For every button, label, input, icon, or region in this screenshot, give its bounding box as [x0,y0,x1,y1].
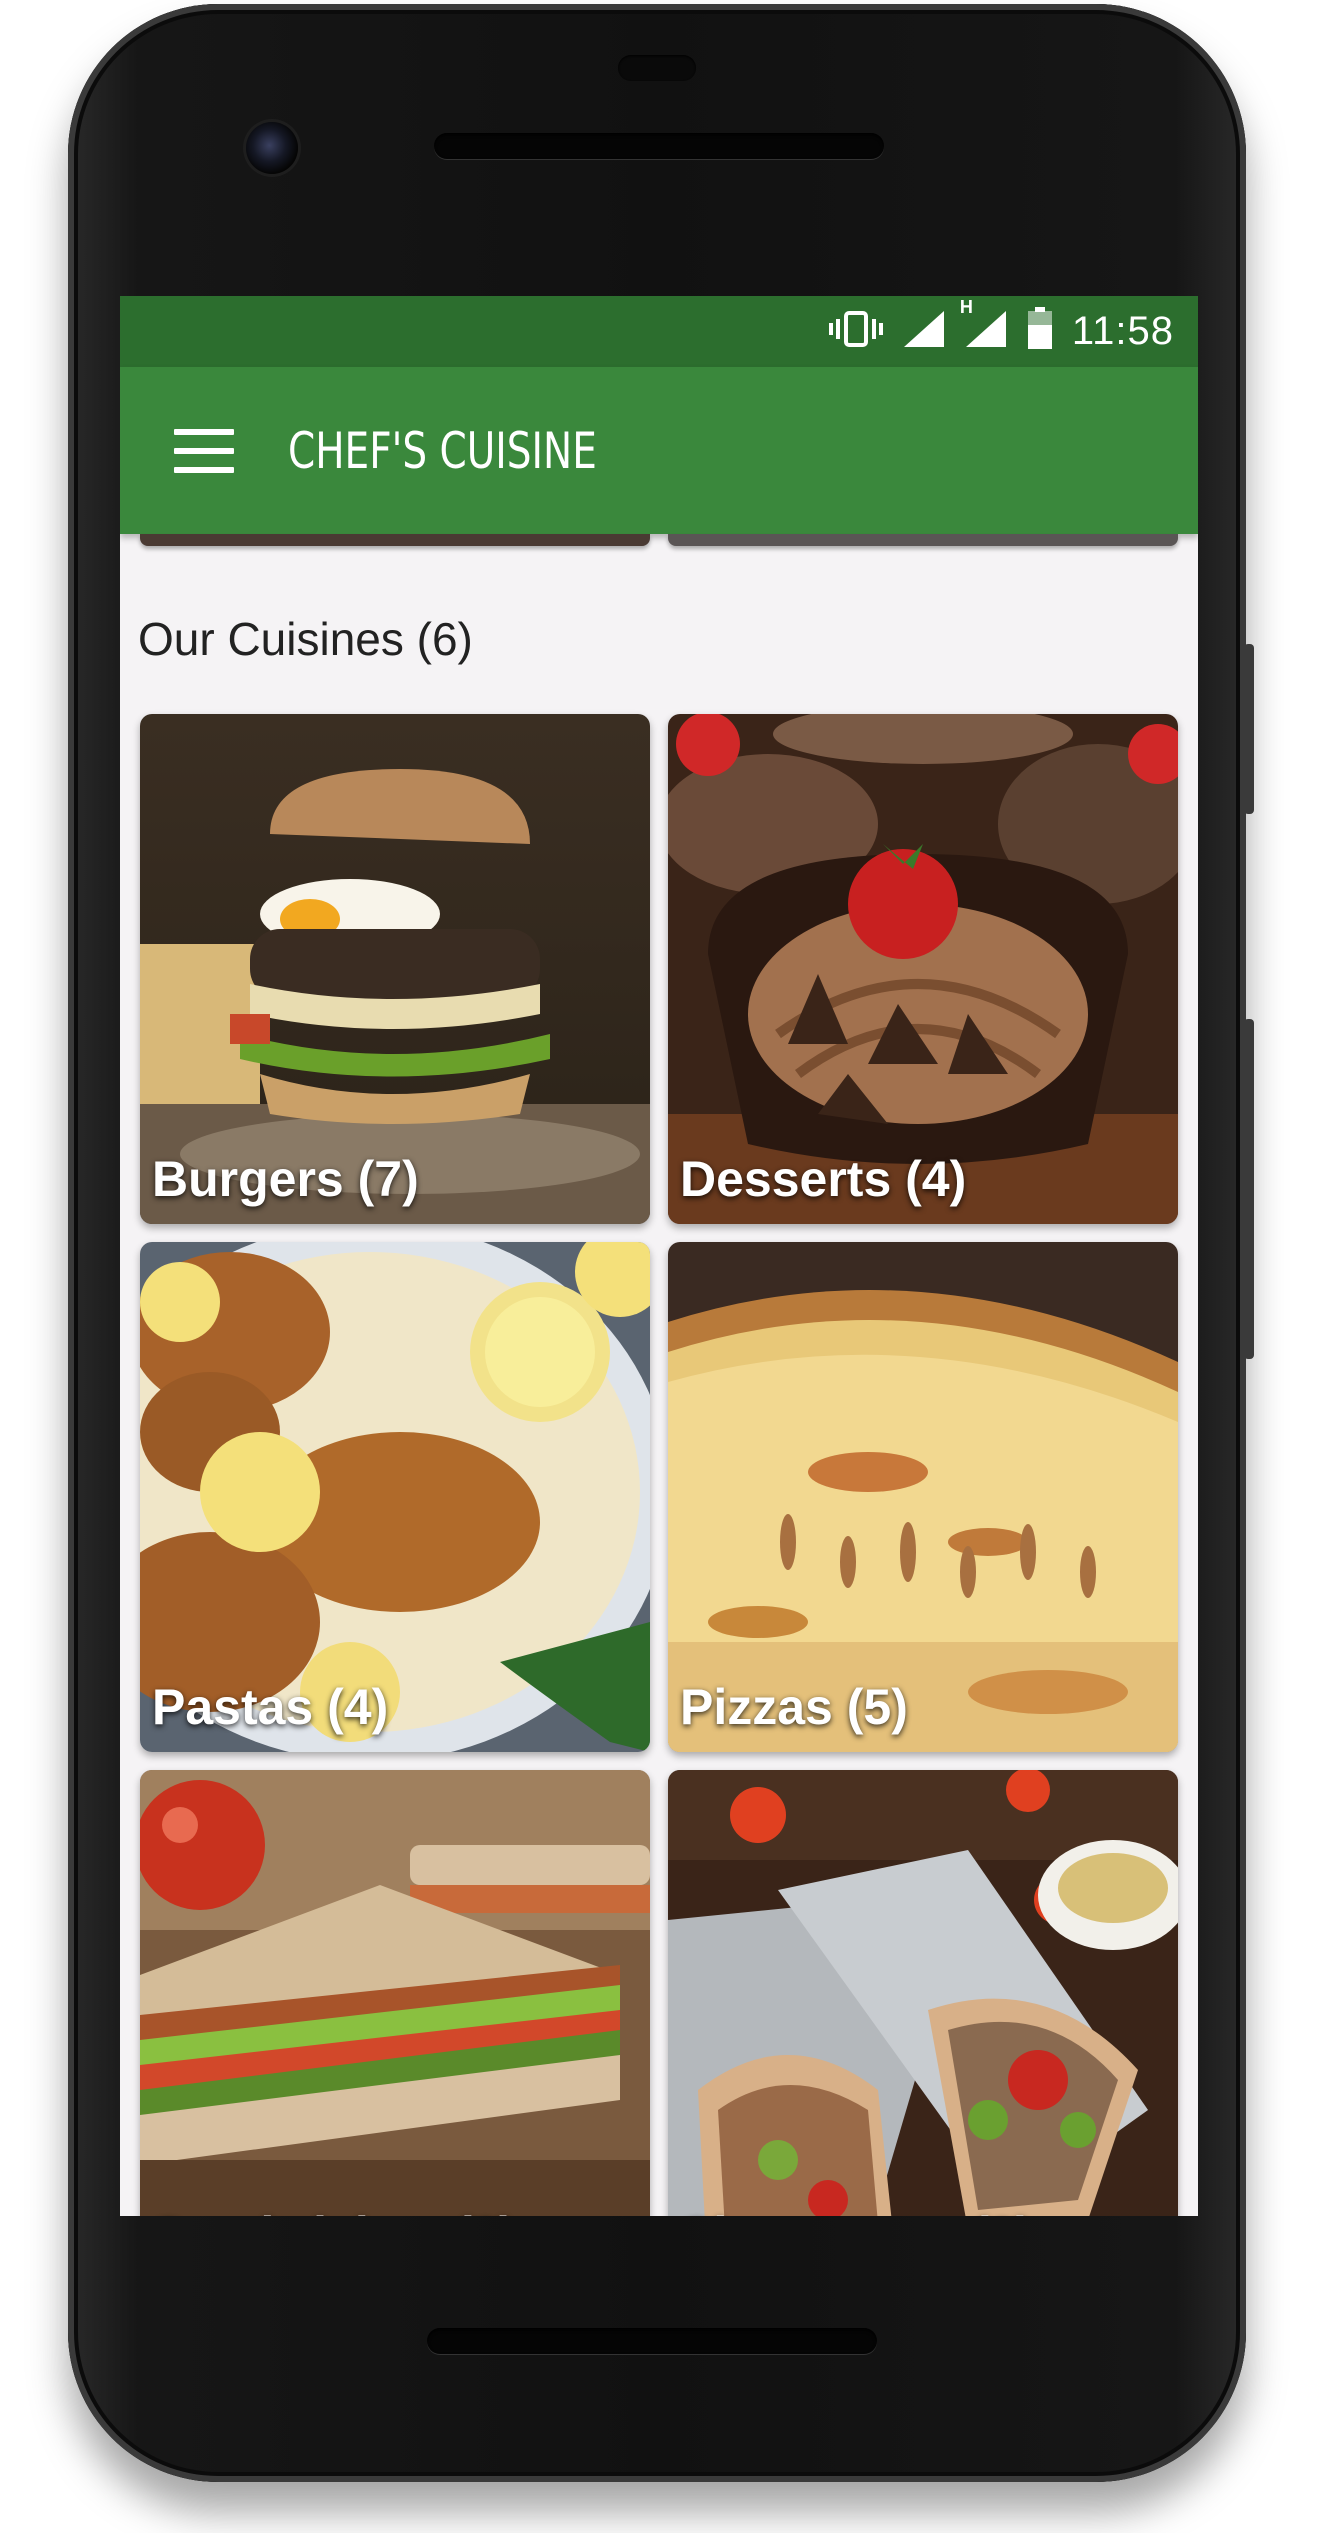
bottom-speaker [427,2328,877,2354]
app-title: CHEF'S CUISINE [288,421,597,480]
cuisine-tile-sandwiches[interactable]: Sandwiches (3) [140,1770,650,2216]
power-button [1244,644,1254,814]
volume-button [1244,1019,1254,1359]
cuisine-tile-pizzas[interactable]: Pizzas (5) [668,1242,1178,1752]
vibrate-icon [828,309,884,354]
cuisine-label: Burgers (7) [152,1151,419,1207]
h-network-icon: H [960,297,1008,354]
dessert-image [668,714,1178,1224]
battery-icon [1026,307,1054,356]
cuisine-tile-burgers[interactable]: Burgers (7) [140,714,650,1224]
app-bar: CHEF'S CUISINE [120,367,1198,534]
cuisine-label: Sandwiches (3) [152,2206,516,2216]
pasta-image [140,1242,650,1752]
cuisine-label: Shawarmas (3) [680,2206,1033,2216]
network-type-label: H [959,297,973,317]
status-bar: H 11:58 [120,296,1198,367]
cuisine-label: Pastas (4) [152,1679,389,1735]
front-camera [246,122,298,174]
cell-signal-icon [902,309,946,354]
cuisine-label: Desserts (4) [680,1151,967,1207]
section-title: Our Cuisines (6) [138,613,473,665]
earpiece-speaker [434,133,884,159]
cuisine-label: Pizzas (5) [680,1679,908,1735]
app-screen: H 11:58 CHEF'S CUISINE Our Cuisines (6) [120,296,1198,2216]
cuisine-tile-shawarmas[interactable]: Shawarmas (3) [668,1770,1178,2216]
previous-row-peek [140,534,1178,548]
proximity-sensor [618,55,696,81]
pizza-image [668,1242,1178,1752]
peek-card-left [140,534,650,546]
burger-image [140,714,650,1224]
sandwich-image [140,1770,650,2216]
shawarma-image [668,1770,1178,2216]
hamburger-menu-icon[interactable] [174,428,234,473]
peek-card-right [668,534,1178,546]
cuisine-tile-desserts[interactable]: Desserts (4) [668,714,1178,1224]
cuisine-tile-pastas[interactable]: Pastas (4) [140,1242,650,1752]
status-time: 11:58 [1071,309,1174,353]
